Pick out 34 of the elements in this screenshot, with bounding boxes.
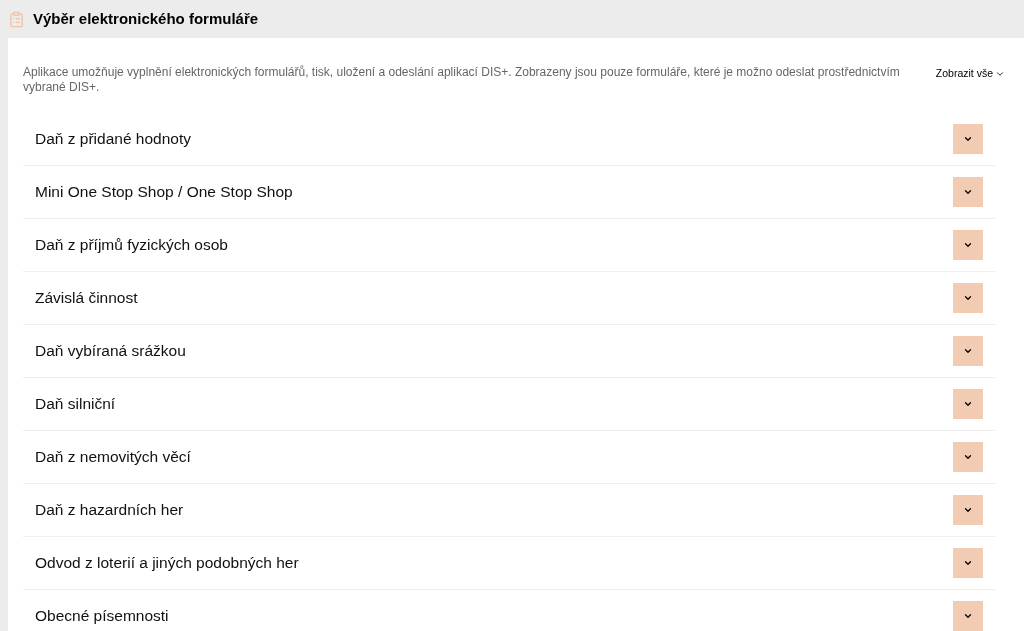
section-title[interactable]: Daň silniční — [35, 392, 116, 416]
section-title[interactable]: Závislá činnost — [35, 286, 138, 310]
description-text: Aplikace umožňuje vyplnění elektronických formulářů, tisk, uložení a odeslání aplikací DIS+. Zobrazeny jsou pouze formuláře, které je možno odeslat prostřednictvím vybrané DIS+. — [23, 65, 901, 95]
page-title: Výběr elektronického formuláře — [33, 8, 259, 29]
section-title[interactable]: Odvod z loterií a jiných podobných her — [35, 551, 299, 575]
section-title[interactable]: Daň z nemovitých věcí — [35, 445, 191, 469]
chevron-icon — [963, 293, 973, 303]
expand-button[interactable] — [953, 442, 983, 472]
expand-button[interactable] — [953, 177, 983, 207]
expand-button[interactable] — [953, 601, 983, 631]
expand-button[interactable] — [953, 389, 983, 419]
section-title[interactable]: Daň z příjmů fyzických osob — [35, 233, 228, 257]
chevron-icon — [963, 611, 973, 621]
chevron-icon — [963, 558, 973, 568]
chevron-icon — [963, 240, 973, 250]
section-title[interactable]: Daň z hazardních her — [35, 498, 184, 522]
chevron-icon — [963, 399, 973, 409]
section-title[interactable]: Mini One Stop Shop / One Stop Shop — [35, 180, 293, 204]
chevron-icon — [963, 452, 973, 462]
show-all-toggle[interactable]: Zobrazit vše — [935, 66, 1005, 82]
section-title[interactable]: Obecné písemnosti — [35, 604, 169, 628]
expand-button[interactable] — [953, 336, 983, 366]
expand-button[interactable] — [953, 124, 983, 154]
chevron-icon — [963, 187, 973, 197]
chevron-icon — [963, 346, 973, 356]
chevron-icon — [963, 134, 973, 144]
section-title[interactable]: Daň z přidané hodnoty — [35, 127, 191, 151]
expand-button[interactable] — [953, 548, 983, 578]
clipboard-icon — [8, 10, 25, 28]
section-title[interactable]: Daň vybíraná srážkou — [35, 339, 186, 363]
expand-button[interactable] — [953, 283, 983, 313]
chevron-icon — [963, 505, 973, 515]
expand-button[interactable] — [953, 495, 983, 525]
expand-button[interactable] — [953, 230, 983, 260]
